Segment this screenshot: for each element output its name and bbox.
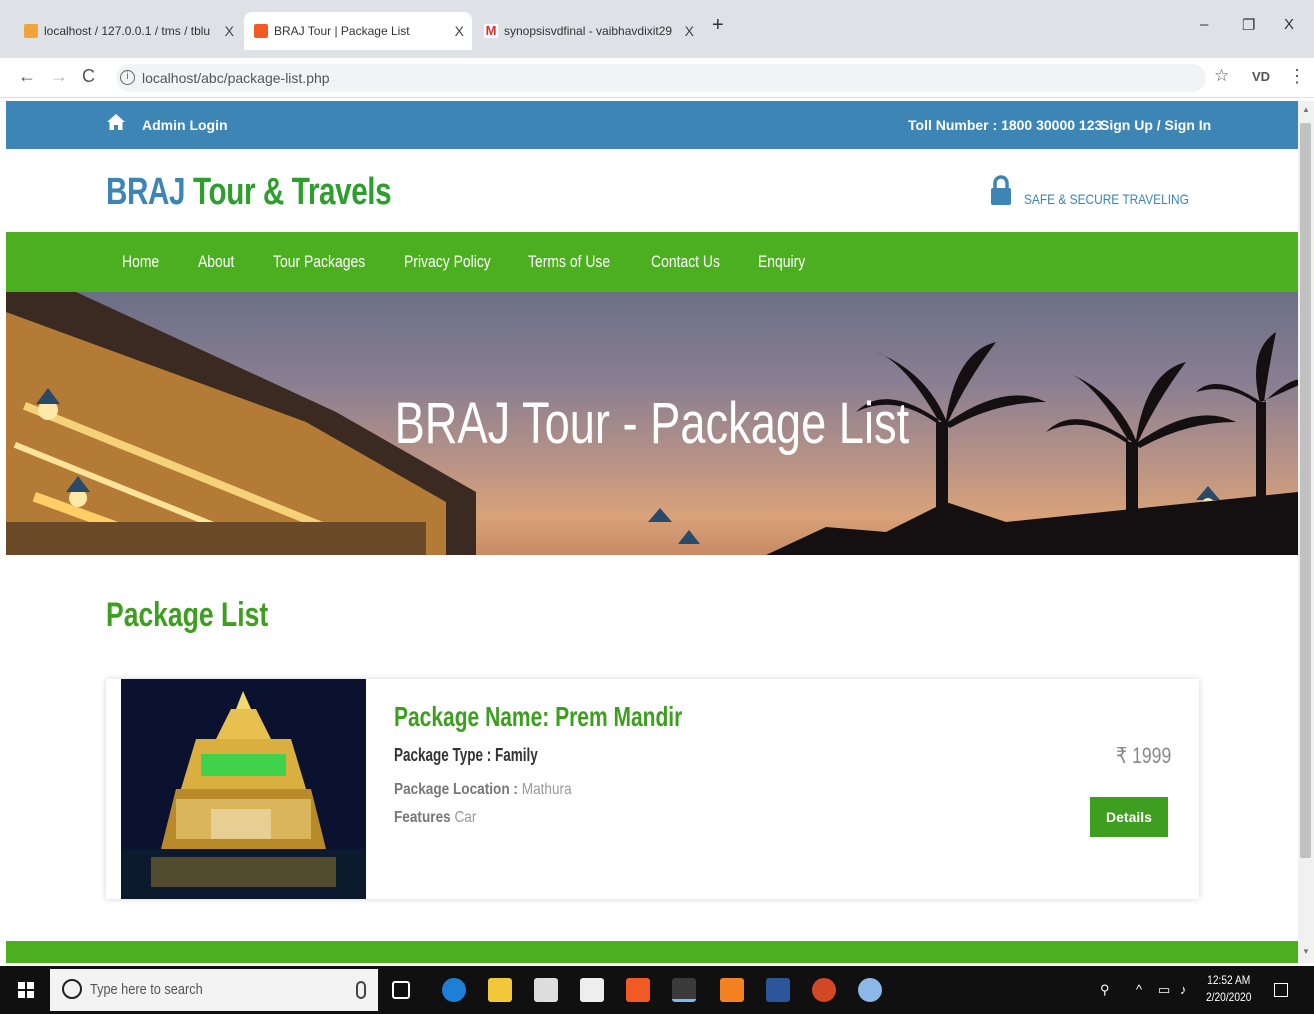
lock-icon <box>991 175 1011 205</box>
cortana-icon[interactable] <box>62 979 82 999</box>
address-bar-row: ← → C i localhost/abc/package-list.php ☆… <box>0 58 1314 98</box>
nav-contact-us[interactable]: Contact Us <box>651 252 720 272</box>
nav-tour-packages[interactable]: Tour Packages <box>273 252 365 272</box>
edge-icon[interactable] <box>442 978 466 1002</box>
package-image[interactable] <box>121 679 366 899</box>
site-favicon-icon <box>254 24 268 38</box>
bookmark-star-icon[interactable]: ☆ <box>1214 66 1229 86</box>
scroll-down-icon[interactable]: ▼ <box>1302 947 1310 956</box>
temple-photo <box>121 679 366 899</box>
web-page: Admin Login Toll Number : 1800 30000 123… <box>6 101 1298 963</box>
tab-title: synopsisvdfinal - vaibhavdixit29 <box>504 24 673 38</box>
tab-gmail[interactable]: M synopsisvdfinal - vaibhavdixit29 X <box>474 12 702 50</box>
features-label: Features <box>394 809 451 826</box>
logo-rest: Tour & Travels <box>192 171 392 213</box>
site-logo[interactable]: BRAJ Tour & Travels <box>106 171 392 214</box>
safe-secure-text: SAFE & SECURE TRAVELING <box>1024 191 1189 207</box>
store-icon[interactable] <box>534 978 558 1002</box>
restore-button[interactable]: ❐ <box>1242 16 1255 34</box>
home-icon[interactable] <box>106 113 126 131</box>
tab-title: localhost / 127.0.0.1 / tms / tblu <box>44 24 211 38</box>
minimize-button[interactable]: – <box>1200 16 1208 33</box>
browser-tab-bar: localhost / 127.0.0.1 / tms / tblu X BRA… <box>0 0 1314 58</box>
tab-package-list[interactable]: BRAJ Tour | Package List X <box>244 12 472 50</box>
word-icon[interactable] <box>766 978 790 1002</box>
admin-login-link[interactable]: Admin Login <box>142 117 228 133</box>
windows-taskbar: Type here to search ⚲ ^ ▭ ♪ 12:52 AM 2/2… <box>0 966 1314 1014</box>
features-value: Car <box>454 809 477 826</box>
battery-icon[interactable]: ▭ <box>1158 982 1170 998</box>
toll-number: Toll Number : 1800 30000 123 <box>908 117 1103 133</box>
taskbar-clock[interactable]: 12:52 AM 2/20/2020 <box>1206 972 1251 1006</box>
file-explorer-icon[interactable] <box>488 978 512 1002</box>
tray-chevron-icon[interactable]: ^ <box>1136 982 1142 997</box>
chrome-icon[interactable] <box>672 978 696 1002</box>
sublime-icon[interactable] <box>720 978 744 1002</box>
gmail-icon: M <box>484 23 498 38</box>
hero-title: BRAJ Tour - Package List <box>394 391 910 456</box>
close-tab-icon[interactable]: X <box>225 23 234 39</box>
url-text: localhost/abc/package-list.php <box>142 70 330 86</box>
notifications-icon[interactable] <box>1274 983 1288 997</box>
close-window-button[interactable]: X <box>1284 16 1294 33</box>
package-location: Package Location : Mathura <box>394 781 572 799</box>
location-label: Package Location : <box>394 781 518 798</box>
scroll-thumb[interactable] <box>1300 123 1311 858</box>
details-button[interactable]: Details <box>1090 797 1168 837</box>
nav-enquiry[interactable]: Enquiry <box>758 252 805 272</box>
logo-main: BRAJ <box>106 171 186 213</box>
main-nav: Home About Tour Packages Privacy Policy … <box>6 232 1298 292</box>
close-tab-icon[interactable]: X <box>685 23 694 39</box>
phpmyadmin-icon <box>24 24 38 38</box>
forward-icon[interactable]: → <box>50 66 68 87</box>
microphone-icon[interactable] <box>356 981 366 999</box>
signup-signin-link[interactable]: Sign Up / Sign In <box>1100 117 1211 133</box>
xampp-icon[interactable] <box>626 978 650 1002</box>
nav-terms-of-use[interactable]: Terms of Use <box>528 252 610 272</box>
brand-row: BRAJ Tour & Travels SAFE & SECURE TRAVEL… <box>6 149 1298 232</box>
paint-icon[interactable] <box>858 978 882 1002</box>
powerpoint-icon[interactable] <box>812 978 836 1002</box>
clock-date: 2/20/2020 <box>1206 990 1252 1004</box>
location-value: Mathura <box>521 781 572 798</box>
taskbar-search[interactable]: Type here to search <box>50 969 378 1011</box>
search-placeholder: Type here to search <box>90 981 203 998</box>
menu-dots-icon[interactable]: ⋮ <box>1288 66 1306 87</box>
reload-icon[interactable]: C <box>82 66 95 87</box>
extension-icon[interactable]: VD <box>1252 69 1270 84</box>
mail-icon[interactable] <box>580 978 604 1002</box>
page-scrollbar[interactable]: ▲ ▼ <box>1298 101 1314 963</box>
info-icon[interactable]: i <box>120 70 135 85</box>
package-price: ₹ 1999 <box>1116 743 1172 768</box>
nav-home[interactable]: Home <box>122 252 159 272</box>
task-view-icon[interactable] <box>392 981 410 999</box>
close-tab-icon[interactable]: X <box>455 23 464 39</box>
new-tab-button[interactable]: + <box>712 14 724 37</box>
package-card: Package Name: Prem Mandir Package Type :… <box>106 679 1199 899</box>
package-features: Features Car <box>394 809 476 827</box>
scroll-up-icon[interactable]: ▲ <box>1302 105 1310 114</box>
clock-time: 12:52 AM <box>1207 973 1251 987</box>
back-icon[interactable]: ← <box>18 66 36 87</box>
url-field[interactable]: i localhost/abc/package-list.php <box>116 64 1206 92</box>
nav-about[interactable]: About <box>198 252 234 272</box>
nav-privacy-policy[interactable]: Privacy Policy <box>404 252 491 272</box>
package-type: Package Type : Family <box>394 745 538 765</box>
people-icon[interactable]: ⚲ <box>1100 982 1110 998</box>
section-title: Package List <box>106 596 269 634</box>
volume-icon[interactable]: ♪ <box>1180 982 1187 997</box>
tab-phpmyadmin[interactable]: localhost / 127.0.0.1 / tms / tblu X <box>14 12 242 50</box>
windows-start-icon[interactable] <box>18 982 34 998</box>
package-name[interactable]: Package Name: Prem Mandir <box>394 701 682 733</box>
footer-bar <box>6 941 1298 963</box>
tab-title: BRAJ Tour | Package List <box>274 24 410 38</box>
top-info-bar: Admin Login Toll Number : 1800 30000 123… <box>6 101 1298 149</box>
hero-banner: BRAJ Tour - Package List <box>6 292 1298 555</box>
